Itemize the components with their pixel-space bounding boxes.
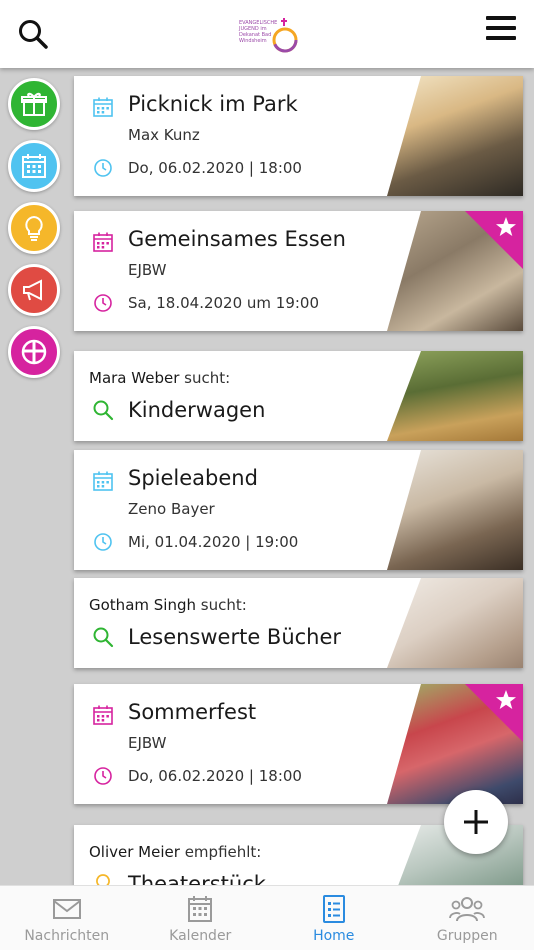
event-title: Sommerfest	[128, 700, 257, 724]
plus-icon	[464, 810, 488, 834]
gift-button[interactable]	[8, 78, 60, 130]
calendar-icon	[93, 471, 113, 491]
event-organizer: EJBW	[128, 261, 167, 279]
envelope-icon	[52, 899, 81, 919]
clock-icon	[94, 159, 112, 177]
post-author: Gotham Singh	[89, 596, 196, 614]
post-author-line: Oliver Meier empfiehlt:	[89, 843, 261, 861]
post-author-line: Gotham Singh sucht:	[89, 596, 247, 614]
feed: Picknick im Park Max Kunz Do, 06.02.2020…	[0, 68, 534, 885]
tab-label: Nachrichten	[24, 928, 110, 944]
tab-kalender[interactable]: Kalender	[134, 886, 268, 950]
search-card[interactable]: Gotham Singh sucht: Lesenswerte Bücher	[74, 578, 523, 668]
search-photo	[387, 578, 523, 668]
event-card[interactable]: Spieleabend Zeno Bayer Mi, 01.04.2020 | …	[74, 450, 523, 570]
event-card[interactable]: Gemeinsames Essen EJBW Sa, 18.04.2020 um…	[74, 211, 523, 331]
post-author-line: Mara Weber sucht:	[89, 369, 230, 387]
event-card[interactable]: Sommerfest EJBW Do, 06.02.2020 | 18:00	[74, 684, 523, 804]
top-bar: EVANGELISCHE JUGEND im Dekanat Bad Winds…	[0, 0, 534, 68]
megaphone-icon	[23, 279, 42, 301]
tab-label: Home	[313, 928, 355, 944]
post-verb: empfiehlt:	[184, 843, 262, 861]
event-card[interactable]: Picknick im Park Max Kunz Do, 06.02.2020…	[74, 76, 523, 196]
star-icon	[496, 690, 516, 709]
event-organizer: EJBW	[128, 734, 167, 752]
post-author: Oliver Meier	[89, 843, 180, 861]
search-photo	[387, 351, 523, 441]
event-photo	[387, 450, 523, 570]
clock-icon	[94, 767, 112, 785]
calendar-button[interactable]	[8, 140, 60, 192]
recommend-title: Theaterstück	[128, 872, 266, 885]
search-icon[interactable]	[17, 18, 49, 50]
event-date: Do, 06.02.2020 | 18:00	[128, 159, 302, 177]
calendar-icon	[93, 705, 113, 725]
event-title: Spieleabend	[128, 466, 258, 490]
search-title: Lesenswerte Bücher	[128, 625, 342, 649]
tab-label: Gruppen	[436, 928, 498, 944]
search-icon	[93, 627, 114, 648]
announce-button[interactable]	[8, 264, 60, 316]
gift-icon	[21, 92, 47, 116]
post-verb: sucht:	[200, 596, 247, 614]
search-icon	[93, 400, 114, 421]
calendar-icon	[188, 896, 213, 922]
lightbulb-icon	[25, 215, 43, 241]
event-date: Sa, 18.04.2020 um 19:00	[128, 294, 320, 312]
hamburger-menu-icon[interactable]	[486, 16, 516, 42]
list-icon	[322, 895, 345, 923]
calendar-icon	[93, 97, 113, 117]
event-photo	[387, 76, 523, 196]
tab-label: Kalender	[169, 928, 232, 944]
post-verb: sucht:	[184, 369, 231, 387]
tab-home[interactable]: Home	[267, 886, 401, 950]
event-title: Picknick im Park	[128, 92, 298, 116]
idea-button[interactable]	[8, 202, 60, 254]
logo-text: EVANGELISCHE JUGEND im Dekanat Bad Winds…	[239, 20, 278, 44]
lightbulb-icon	[96, 874, 110, 885]
event-date: Do, 06.02.2020 | 18:00	[128, 767, 302, 785]
search-title: Kinderwagen	[128, 398, 266, 422]
clock-icon	[94, 533, 112, 551]
bottom-nav: Nachrichten Kalender Home Gruppen	[0, 885, 534, 950]
app-logo: EVANGELISCHE JUGEND im Dekanat Bad Winds…	[235, 16, 301, 56]
search-card[interactable]: Mara Weber sucht: Kinderwagen	[74, 351, 523, 441]
calendar-icon	[93, 232, 113, 252]
event-organizer: Max Kunz	[128, 126, 200, 144]
tab-nachrichten[interactable]: Nachrichten	[0, 886, 134, 950]
calendar-icon	[22, 154, 46, 178]
church-cross-icon	[21, 339, 47, 365]
tab-gruppen[interactable]: Gruppen	[401, 886, 534, 950]
event-title: Gemeinsames Essen	[128, 227, 346, 251]
event-organizer: Zeno Bayer	[128, 500, 215, 518]
event-date: Mi, 01.04.2020 | 19:00	[128, 533, 299, 551]
post-author: Mara Weber	[89, 369, 180, 387]
clock-icon	[94, 294, 112, 312]
star-icon	[496, 217, 516, 236]
church-button[interactable]	[8, 326, 60, 378]
add-button[interactable]	[444, 790, 508, 854]
group-icon	[449, 897, 486, 922]
